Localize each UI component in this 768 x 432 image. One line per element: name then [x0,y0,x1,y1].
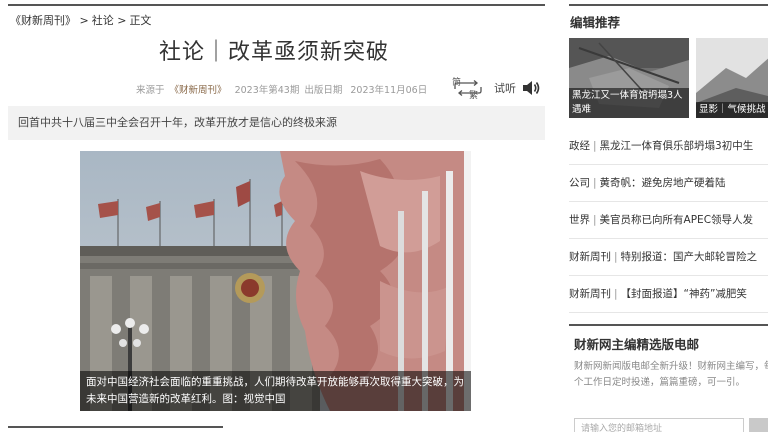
sidebar-top-rule [569,4,768,6]
article-photo: 面对中国经济社会面临的重重挑战，人们期待改革开放能够再次取得重大突破，为未来中国… [80,151,471,411]
news-headline: 【封面报道】“神药”减肥笑 [620,288,747,300]
jianfan-switch-icon[interactable]: 简 繁 [452,76,484,101]
editor-picks-heading: 编辑推荐 [570,15,621,30]
source-prefix: 来源于 [136,85,165,96]
article-meta: 来源于 《财新周刊》 2023年第43期 出版日期 2023年11月06日 [136,82,432,96]
news-item[interactable]: 政经 | 黑龙江一体育俱乐部坍塌3初中生 [569,128,768,165]
news-category: 公司 [569,177,590,189]
news-item[interactable]: 公司 | 黄奇帆：避免房地产硬着陆 [569,165,768,202]
news-category: 财新周刊 [569,251,611,263]
article-title: 社论｜改革亟须新突破 [158,40,389,65]
breadcrumb-separator: > [79,14,89,27]
news-headline: 黑龙江一体育俱乐部坍塌3初中生 [599,140,754,152]
news-item[interactable]: 财新周刊 | 【封面报道】“神药”减肥笑 [569,276,768,313]
bottom-rule [8,426,223,428]
news-category: 政经 [569,140,590,152]
thumbnail-caption: 黑龙江又一体育馆坍塌3人遇难 [569,88,689,118]
date-label: 出版日期 [304,85,343,96]
article-column: 《财新周刊》 > 社论 > 正文 社论｜改革亟须新突破 来源于 《财新周刊》 2023… [0,0,548,432]
top-rule [8,4,545,6]
speaker-icon[interactable] [521,78,541,98]
news-category: 世界 [569,214,590,226]
listen-label[interactable]: 试听 [494,80,516,96]
news-headline: 特别报道：国产大邮轮冒险之 [620,251,758,263]
photo-caption: 面对中国经济社会面临的重重挑战，人们期待改革开放能够再次取得重大突破，为未来中国… [80,371,471,411]
newsletter-rule [569,324,768,326]
publish-date: 2023年11月06日 [350,85,428,96]
news-category: 财新周刊 [569,288,611,300]
news-headline: 美官员称已向所有APEC领导人发 [599,214,754,226]
sidebar: 编辑推荐 黑龙江又一体育馆坍塌3人遇难 显影｜气候挑战 政经 | 黑龙江一体育俱乐部… [561,0,768,432]
news-item[interactable]: 世界 | 美官员称已向所有APEC领导人发 [569,202,768,239]
subscribe-button[interactable] [749,418,768,432]
thumbnail-card[interactable]: 黑龙江又一体育馆坍塌3人遇难 [569,38,689,118]
news-list: 政经 | 黑龙江一体育俱乐部坍塌3初中生 公司 | 黄奇帆：避免房地产硬着陆 世界 | 美官… [569,128,768,313]
news-headline: 黄奇帆：避免房地产硬着陆 [599,177,726,189]
email-input[interactable]: 请输入您的邮箱地址 [574,418,744,432]
thumbnail-caption: 显影｜气候挑战 [696,102,768,118]
breadcrumb-magazine-link[interactable]: 《财新周刊》 [10,14,76,27]
issue-number: 2023年第43期 [234,85,300,96]
source-link[interactable]: 《财新周刊》 [170,85,227,96]
newsletter-description: 财新网新闻版电邮全新升级！财新网主编写，每个工作日定时投递，篇篇重磅，可一引。 [574,361,768,388]
breadcrumb-current: 正文 [129,14,152,27]
breadcrumb: 《财新周刊》 > 社论 > 正文 [10,12,154,28]
breadcrumb-separator: > [117,14,127,27]
jian-label: 简 [452,78,462,88]
newsletter-heading: 财新网主编精选版电邮 [574,337,700,352]
thumbnail-card[interactable]: 显影｜气候挑战 [696,38,768,118]
fan-label: 繁 [469,91,479,101]
editor-picks-thumbnails: 黑龙江又一体育馆坍塌3人遇难 显影｜气候挑战 [569,38,768,118]
news-item[interactable]: 财新周刊 | 特别报道：国产大邮轮冒险之 [569,239,768,276]
article-summary: 回首中共十八届三中全会召开十年，改革开放才是信心的终极来源 [8,106,545,140]
breadcrumb-editorial-link[interactable]: 社论 [92,14,114,27]
article-tools: 简 繁 试听 [452,76,541,101]
